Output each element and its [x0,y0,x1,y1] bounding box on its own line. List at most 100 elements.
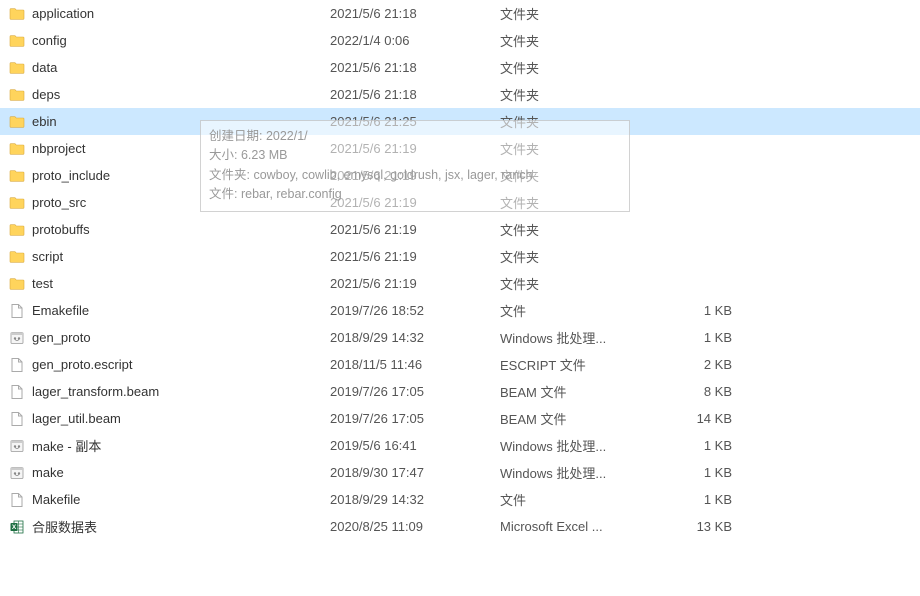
file-date: 2021/5/6 21:25 [330,114,500,129]
file-date: 2019/7/26 17:05 [330,411,500,426]
file-row[interactable]: test2021/5/6 21:19文件夹 [0,270,920,297]
file-size: 2 KB [660,357,740,372]
file-row[interactable]: deps2021/5/6 21:18文件夹 [0,81,920,108]
file-size: 1 KB [660,492,740,507]
file-type: 文件夹 [500,247,660,266]
batch-icon [6,330,28,346]
batch-icon [6,465,28,481]
file-date: 2021/5/6 21:19 [330,168,500,183]
file-type: 文件 [500,490,660,509]
file-date: 2021/5/6 21:18 [330,6,500,21]
file-row[interactable]: proto_include2021/5/6 21:19文件夹 [0,162,920,189]
folder-icon [6,195,28,211]
file-row[interactable]: make2018/9/30 17:47Windows 批处理...1 KB [0,459,920,486]
file-name: 合服数据表 [28,517,330,536]
folder-icon [6,168,28,184]
file-date: 2019/7/26 18:52 [330,303,500,318]
folder-icon [6,87,28,103]
file-date: 2018/9/29 14:32 [330,330,500,345]
file-name: protobuffs [28,222,330,237]
file-row[interactable]: application2021/5/6 21:18文件夹 [0,0,920,27]
file-name: make - 副本 [28,436,330,455]
file-row[interactable]: lager_util.beam2019/7/26 17:05BEAM 文件14 … [0,405,920,432]
file-row[interactable]: nbproject2021/5/6 21:19文件夹 [0,135,920,162]
file-row[interactable]: make - 副本2019/5/6 16:41Windows 批处理...1 K… [0,432,920,459]
file-list: application2021/5/6 21:18文件夹config2022/1… [0,0,920,540]
file-name: application [28,6,330,21]
file-row[interactable]: gen_proto2018/9/29 14:32Windows 批处理...1 … [0,324,920,351]
file-size: 1 KB [660,330,740,345]
file-name: gen_proto.escript [28,357,330,372]
folder-icon [6,60,28,76]
file-type: 文件夹 [500,112,660,131]
file-icon [6,303,28,319]
file-type: 文件夹 [500,31,660,50]
file-name: nbproject [28,141,330,156]
file-date: 2021/5/6 21:19 [330,141,500,156]
file-date: 2019/5/6 16:41 [330,438,500,453]
file-date: 2018/9/30 17:47 [330,465,500,480]
file-date: 2021/5/6 21:19 [330,276,500,291]
file-row[interactable]: script2021/5/6 21:19文件夹 [0,243,920,270]
file-type: Windows 批处理... [500,463,660,482]
file-type: Microsoft Excel ... [500,519,660,534]
file-date: 2021/5/6 21:19 [330,249,500,264]
file-type: 文件 [500,301,660,320]
file-type: BEAM 文件 [500,409,660,428]
svg-text:X: X [12,524,17,531]
file-name: test [28,276,330,291]
file-date: 2021/5/6 21:19 [330,222,500,237]
folder-icon [6,222,28,238]
file-type: Windows 批处理... [500,436,660,455]
file-row[interactable]: config2022/1/4 0:06文件夹 [0,27,920,54]
file-date: 2018/9/29 14:32 [330,492,500,507]
file-date: 2019/7/26 17:05 [330,384,500,399]
file-row[interactable]: lager_transform.beam2019/7/26 17:05BEAM … [0,378,920,405]
file-type: Windows 批处理... [500,328,660,347]
file-size: 13 KB [660,519,740,534]
folder-icon [6,141,28,157]
file-row[interactable]: proto_src2021/5/6 21:19文件夹 [0,189,920,216]
file-size: 1 KB [660,438,740,453]
file-row[interactable]: protobuffs2021/5/6 21:19文件夹 [0,216,920,243]
file-name: proto_include [28,168,330,183]
file-date: 2022/1/4 0:06 [330,33,500,48]
file-name: proto_src [28,195,330,210]
file-row[interactable]: ebin2021/5/6 21:25文件夹 [0,108,920,135]
file-icon [6,492,28,508]
file-name: data [28,60,330,75]
file-date: 2021/5/6 21:18 [330,87,500,102]
file-type: 文件夹 [500,85,660,104]
file-size: 1 KB [660,303,740,318]
file-name: script [28,249,330,264]
batch-icon [6,438,28,454]
file-name: lager_transform.beam [28,384,330,399]
file-type: 文件夹 [500,193,660,212]
file-type: ESCRIPT 文件 [500,355,660,374]
file-type: 文件夹 [500,166,660,185]
file-type: 文件夹 [500,274,660,293]
folder-icon [6,33,28,49]
file-size: 1 KB [660,465,740,480]
file-type: 文件夹 [500,58,660,77]
file-date: 2021/5/6 21:19 [330,195,500,210]
file-type: BEAM 文件 [500,382,660,401]
file-row[interactable]: data2021/5/6 21:18文件夹 [0,54,920,81]
file-size: 8 KB [660,384,740,399]
file-type: 文件夹 [500,139,660,158]
file-date: 2021/5/6 21:18 [330,60,500,75]
folder-icon [6,249,28,265]
file-name: lager_util.beam [28,411,330,426]
file-name: gen_proto [28,330,330,345]
file-name: deps [28,87,330,102]
file-icon [6,357,28,373]
file-name: ebin [28,114,330,129]
file-name: config [28,33,330,48]
file-row[interactable]: Makefile2018/9/29 14:32文件1 KB [0,486,920,513]
folder-icon [6,6,28,22]
file-row[interactable]: X合服数据表2020/8/25 11:09Microsoft Excel ...… [0,513,920,540]
folder-icon [6,114,28,130]
excel-icon: X [6,519,28,535]
file-row[interactable]: gen_proto.escript2018/11/5 11:46ESCRIPT … [0,351,920,378]
file-row[interactable]: Emakefile2019/7/26 18:52文件1 KB [0,297,920,324]
